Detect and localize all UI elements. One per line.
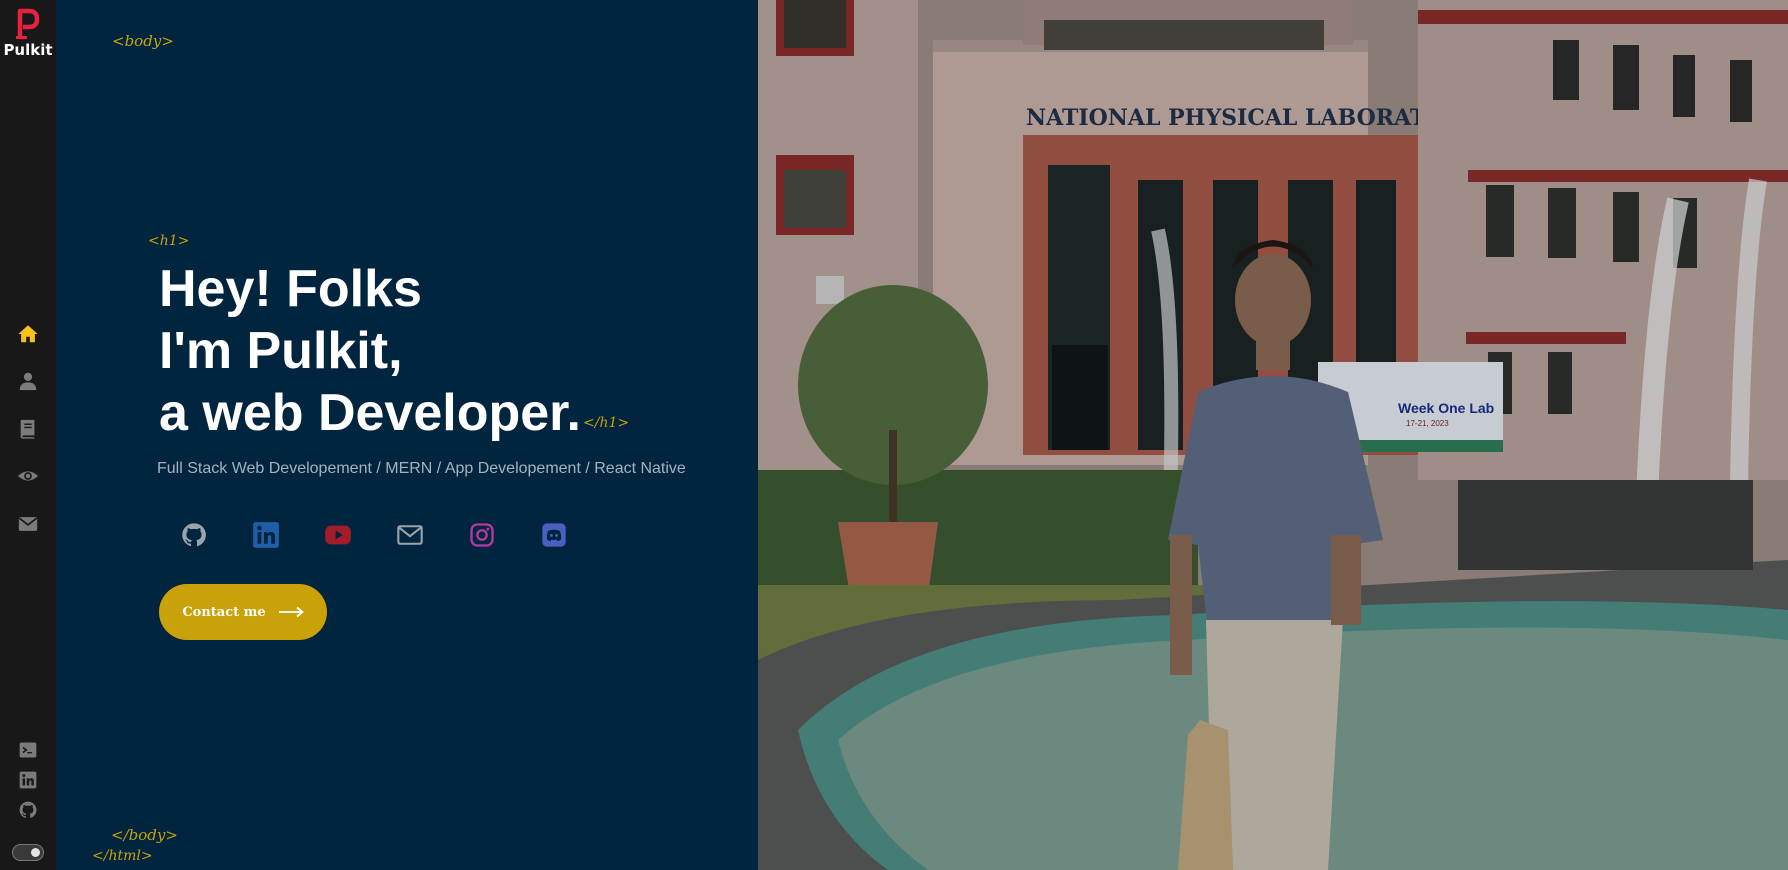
theme-toggle-knob [31, 848, 40, 857]
social-linkedin[interactable] [252, 518, 324, 552]
sidebar-footer-links [0, 735, 56, 825]
sidebar-nav [0, 310, 56, 548]
github-icon [19, 801, 37, 818]
instagram-icon [470, 523, 494, 547]
linkedin-icon [253, 522, 279, 548]
home-icon [18, 325, 38, 342]
sidebar: Pulkit [0, 0, 56, 870]
sidebar-link-terminal[interactable] [0, 735, 56, 765]
linkedin-icon [19, 771, 37, 789]
profile-photo-scene: NATIONAL PHYSICAL LABORATORY Week One La… [758, 0, 1788, 870]
hero-section: <body> <h1> Hey! Folks I'm Pulkit, a web… [56, 0, 758, 870]
sidebar-link-linkedin[interactable] [0, 765, 56, 795]
social-links [180, 518, 612, 552]
sidebar-item-home[interactable] [0, 310, 56, 358]
discord-icon [542, 523, 566, 547]
brand-logo[interactable]: Pulkit [0, 8, 56, 59]
social-discord[interactable] [540, 518, 612, 552]
sidebar-item-projects[interactable] [0, 405, 56, 453]
social-mail[interactable] [396, 518, 468, 552]
hero-line-3-text: a web Developer. [159, 384, 581, 442]
tag-h1-close: </h1> [583, 415, 630, 431]
logo-p-icon [16, 8, 40, 39]
hero-line-3: a web Developer. [159, 382, 581, 444]
social-youtube[interactable] [324, 518, 396, 552]
social-github[interactable] [180, 518, 252, 552]
sidebar-link-github[interactable] [0, 795, 56, 825]
arrow-right-icon [278, 606, 304, 618]
sidebar-item-contact[interactable] [0, 500, 56, 548]
profile-photo: NATIONAL PHYSICAL LABORATORY Week One La… [758, 0, 1788, 870]
social-instagram[interactable] [468, 518, 540, 552]
github-icon [182, 523, 206, 547]
tag-html-close: </html> [92, 848, 153, 864]
tag-body-close: </body> [111, 826, 178, 844]
contact-button[interactable]: Contact me [159, 584, 327, 640]
mail-icon [397, 525, 423, 545]
contact-button-label: Contact me [182, 604, 266, 620]
mail-icon [18, 516, 38, 531]
theme-toggle[interactable] [12, 844, 44, 861]
book-icon [20, 419, 35, 439]
hero-line-2: I'm Pulkit, [159, 322, 403, 380]
hero-subtitle: Full Stack Web Developement / MERN / App… [157, 460, 686, 477]
eye-icon [17, 471, 39, 481]
youtube-icon [325, 525, 351, 545]
tag-body-open: <body> [112, 32, 174, 50]
sidebar-item-portfolio[interactable] [0, 453, 56, 501]
sidebar-item-about[interactable] [0, 358, 56, 406]
hero-line-1: Hey! Folks [159, 260, 422, 318]
user-icon [19, 373, 37, 391]
terminal-icon [19, 742, 37, 758]
brand-name: Pulkit [3, 41, 53, 59]
hero-headline: Hey! Folks I'm Pulkit, a web Developer. [159, 258, 581, 444]
tag-h1-open: <h1> [148, 233, 190, 249]
